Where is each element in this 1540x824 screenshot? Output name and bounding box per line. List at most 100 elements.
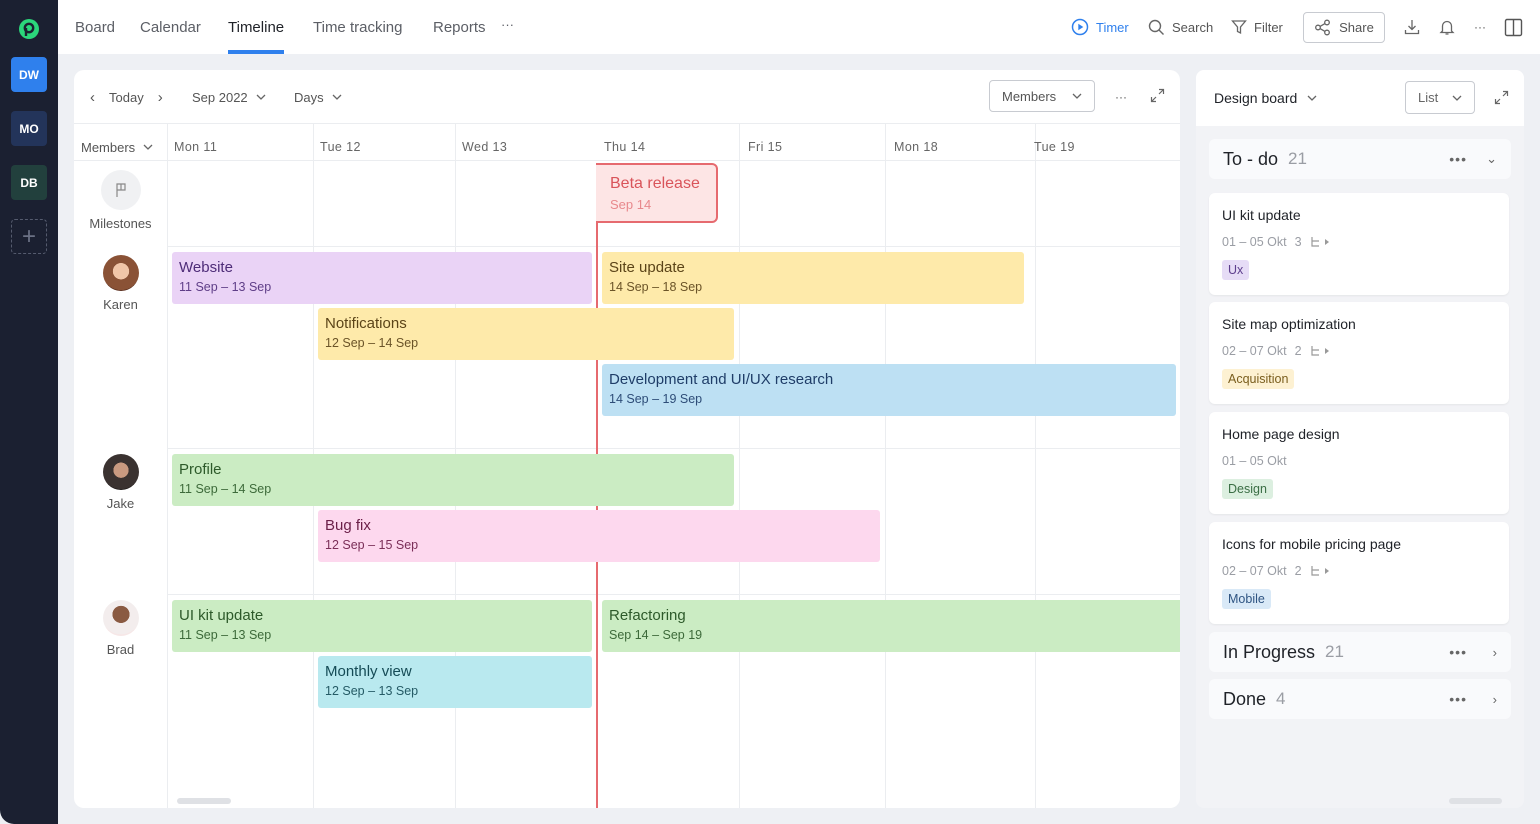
- view-select[interactable]: List: [1405, 81, 1475, 114]
- share-icon: [1315, 19, 1331, 36]
- next-chevron-icon[interactable]: ›: [158, 89, 163, 106]
- tag-badge: Design: [1222, 479, 1273, 499]
- task-card[interactable]: Home page design 01 – 05 Okt Design: [1209, 412, 1509, 514]
- more-tabs-button[interactable]: ···: [501, 0, 514, 51]
- task-dates: 14 Sep – 18 Sep: [609, 280, 703, 294]
- members-column-label: Members: [81, 139, 136, 155]
- grid-line: [167, 123, 168, 808]
- grid-line: [1035, 123, 1036, 808]
- download-icon[interactable]: [1403, 18, 1421, 36]
- task-title: Development and UI/UX research: [609, 371, 834, 388]
- tab-board[interactable]: Board: [75, 0, 115, 54]
- timer-button[interactable]: Timer: [1071, 0, 1129, 54]
- timer-label: Timer: [1096, 19, 1129, 35]
- app-logo-icon[interactable]: [18, 18, 40, 40]
- prev-chevron-icon[interactable]: ‹: [90, 89, 95, 106]
- plus-icon: +: [21, 222, 36, 250]
- workspace-mo[interactable]: MO: [11, 111, 47, 146]
- subtasks-icon[interactable]: [1310, 565, 1330, 577]
- timeline-more-button[interactable]: ···: [1115, 70, 1127, 124]
- divider: [74, 123, 1180, 124]
- task-dates: 12 Sep – 15 Sep: [325, 538, 419, 552]
- member-brad: Brad: [74, 600, 167, 657]
- workspace-db[interactable]: DB: [11, 165, 47, 200]
- card-meta: 01 – 05 Okt 3: [1222, 235, 1496, 249]
- tab-timeline[interactable]: Timeline: [228, 0, 285, 54]
- task-title: Monthly view: [325, 663, 412, 680]
- card-dates: 01 – 05 Okt: [1222, 454, 1287, 468]
- more-options-button[interactable]: ···: [1474, 0, 1486, 54]
- board-select[interactable]: Design board: [1214, 70, 1317, 126]
- task-bar[interactable]: Notifications 12 Sep – 14 Sep: [318, 308, 734, 360]
- task-bar[interactable]: UI kit update 11 Sep – 13 Sep: [172, 600, 592, 652]
- expand-icon[interactable]: [1494, 90, 1509, 105]
- member-name: Jake: [106, 496, 135, 511]
- subtasks-icon[interactable]: [1310, 236, 1330, 248]
- task-bar[interactable]: Website 11 Sep – 13 Sep: [172, 252, 592, 304]
- search-button[interactable]: Search: [1148, 0, 1213, 54]
- horizontal-scrollbar[interactable]: [177, 798, 231, 804]
- tab-time-tracking[interactable]: Time tracking: [313, 0, 402, 54]
- expand-icon[interactable]: [1150, 88, 1165, 103]
- today-button[interactable]: Today: [109, 90, 144, 105]
- task-bar[interactable]: Site update 14 Sep – 18 Sep: [602, 252, 1024, 304]
- task-title: Site update: [609, 259, 685, 276]
- subtasks-icon[interactable]: [1310, 345, 1330, 357]
- view-label: List: [1418, 90, 1439, 105]
- task-title: UI kit update: [179, 607, 264, 624]
- card-title: Home page design: [1222, 426, 1340, 442]
- task-bar[interactable]: Refactoring Sep 14 – Sep 19: [602, 600, 1180, 652]
- task-bar[interactable]: Monthly view 12 Sep – 13 Sep: [318, 656, 592, 708]
- task-bar[interactable]: Bug fix 12 Sep – 15 Sep: [318, 510, 880, 562]
- grid-line: [739, 123, 740, 808]
- avatar: [102, 255, 139, 291]
- chevron-down-icon: [143, 144, 153, 150]
- chevron-down-icon[interactable]: ⌄: [1486, 151, 1497, 167]
- board-header: Design board List: [1196, 70, 1524, 126]
- tab-reports[interactable]: Reports: [433, 0, 486, 54]
- share-button[interactable]: Share: [1303, 12, 1385, 43]
- milestone-beta-release[interactable]: Beta release Sep 14: [596, 163, 718, 223]
- chevron-down-icon: [332, 94, 342, 100]
- task-card[interactable]: Icons for mobile pricing page 02 – 07 Ok…: [1209, 522, 1509, 624]
- filter-button[interactable]: Filter: [1231, 0, 1283, 54]
- task-card[interactable]: UI kit update 01 – 05 Okt 3 Ux: [1209, 193, 1509, 295]
- search-icon: [1148, 19, 1164, 35]
- workspace-dw[interactable]: DW: [11, 57, 47, 92]
- bell-icon[interactable]: [1438, 18, 1456, 36]
- divider: [168, 594, 1180, 595]
- group-more-button[interactable]: •••: [1449, 151, 1467, 167]
- task-dates: 12 Sep – 14 Sep: [325, 336, 419, 350]
- members-filter-select[interactable]: Members: [989, 80, 1095, 112]
- group-done[interactable]: Done 4 ••• ›: [1209, 679, 1511, 719]
- task-dates: 11 Sep – 13 Sep: [179, 628, 272, 642]
- split-view-icon[interactable]: [1504, 18, 1523, 37]
- card-meta: 01 – 05 Okt: [1222, 454, 1496, 468]
- card-title: Site map optimization: [1222, 316, 1356, 332]
- group-in-progress[interactable]: In Progress 21 ••• ›: [1209, 632, 1511, 672]
- month-select[interactable]: Sep 2022: [192, 70, 266, 124]
- task-title: Refactoring: [609, 607, 686, 624]
- group-title: To - do: [1223, 148, 1279, 169]
- scale-select[interactable]: Days: [294, 70, 342, 124]
- group-more-button[interactable]: •••: [1449, 691, 1467, 707]
- member-name: Brad: [106, 642, 135, 657]
- group-todo[interactable]: To - do 21 ••• ⌄: [1209, 139, 1511, 179]
- members-column-select[interactable]: Members: [81, 125, 153, 169]
- group-more-button[interactable]: •••: [1449, 644, 1467, 660]
- task-title: Bug fix: [325, 517, 371, 534]
- chevron-right-icon[interactable]: ›: [1493, 692, 1497, 707]
- card-dates: 02 – 07 Okt: [1222, 344, 1287, 358]
- add-workspace-button[interactable]: +: [11, 219, 47, 254]
- month-label: Sep 2022: [192, 89, 248, 105]
- task-bar[interactable]: Profile 11 Sep – 14 Sep: [172, 454, 734, 506]
- task-bar[interactable]: Development and UI/UX research 14 Sep – …: [602, 364, 1176, 416]
- task-dates: 12 Sep – 13 Sep: [325, 684, 419, 698]
- chevron-down-icon: [256, 94, 266, 100]
- subtask-count: 2: [1294, 344, 1302, 358]
- tab-calendar[interactable]: Calendar: [140, 0, 201, 54]
- task-card[interactable]: Site map optimization 02 – 07 Okt 2 Acqu…: [1209, 302, 1509, 404]
- milestones-row-label: Milestones: [74, 170, 167, 231]
- chevron-right-icon[interactable]: ›: [1493, 645, 1497, 660]
- horizontal-scrollbar[interactable]: [1449, 798, 1502, 804]
